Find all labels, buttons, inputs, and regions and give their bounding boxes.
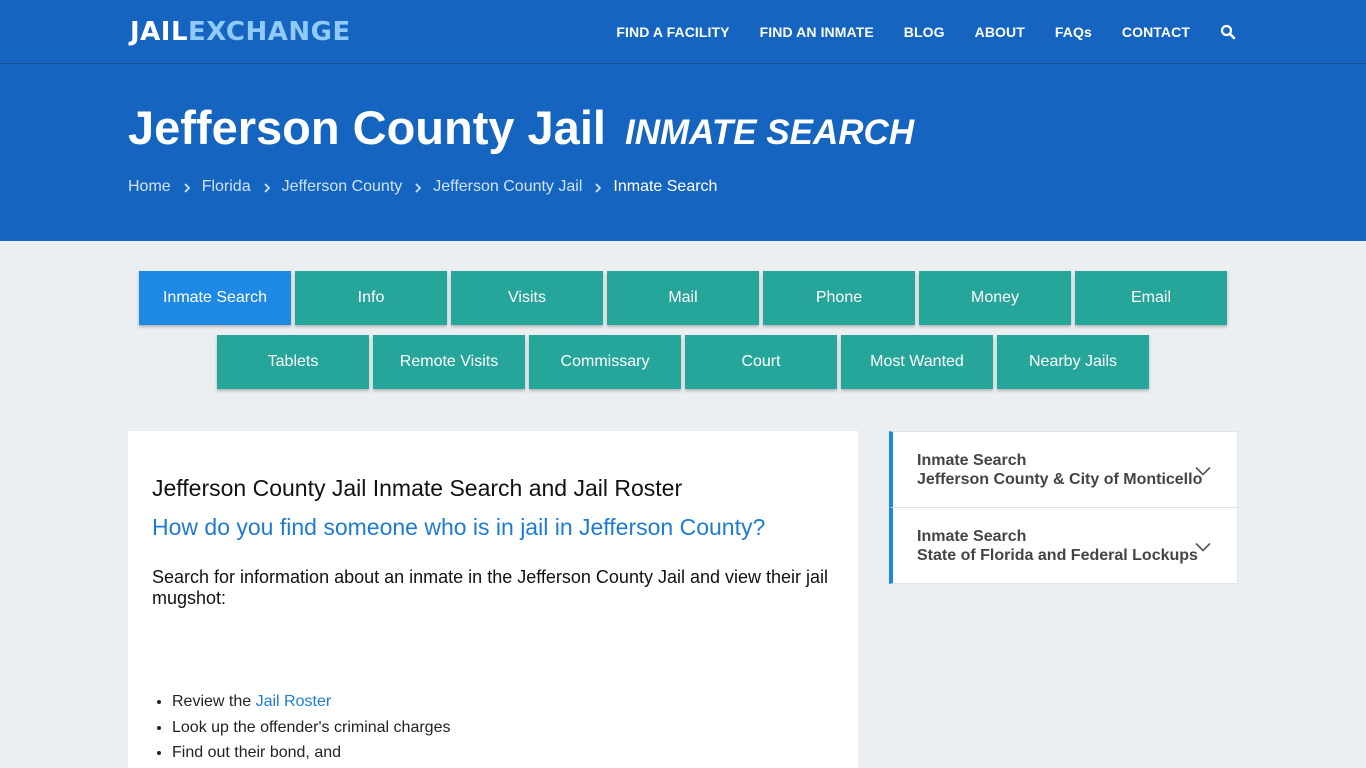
- chevron-right-icon: [262, 181, 272, 193]
- chevron-down-icon[interactable]: [1195, 463, 1211, 476]
- nav-blog[interactable]: BLOG: [904, 24, 945, 40]
- main-nav: FIND A FACILITY FIND AN INMATE BLOG ABOU…: [616, 0, 1236, 64]
- tab-row-1: Inmate Search Info Visits Mail Phone Mon…: [0, 271, 1366, 325]
- list-item: Review the Jail Roster: [172, 689, 450, 715]
- nav-faqs[interactable]: FAQs: [1055, 24, 1092, 40]
- logo-part-jail: JAIL: [130, 17, 189, 47]
- tab-remote-visits[interactable]: Remote Visits: [373, 335, 525, 389]
- hero-banner: Jefferson County Jail INMATE SEARCH Home…: [0, 64, 1366, 241]
- chevron-right-icon: [182, 181, 192, 193]
- list-item: Look up the offender's criminal charges: [172, 715, 450, 741]
- chevron-right-icon: [593, 181, 603, 193]
- tab-inmate-search[interactable]: Inmate Search: [139, 271, 291, 325]
- tab-visits[interactable]: Visits: [451, 271, 603, 325]
- list-item: Find out their bond, and: [172, 740, 450, 766]
- main-content-card: Jefferson County Jail Inmate Search and …: [128, 431, 858, 768]
- page-title-main: Jefferson County Jail: [128, 101, 606, 154]
- tab-most-wanted[interactable]: Most Wanted: [841, 335, 993, 389]
- tab-nearby-jails[interactable]: Nearby Jails: [997, 335, 1149, 389]
- list-item-text: Review the: [172, 693, 256, 710]
- tab-money[interactable]: Money: [919, 271, 1071, 325]
- chevron-down-icon[interactable]: [1195, 539, 1211, 552]
- top-navbar: JAILEXCHANGE FIND A FACILITY FIND AN INM…: [0, 0, 1366, 64]
- tab-phone[interactable]: Phone: [763, 271, 915, 325]
- info-list: Review the Jail Roster Look up the offen…: [172, 689, 450, 766]
- breadcrumb-home[interactable]: Home: [128, 178, 171, 196]
- accordion-title-line1: Inmate Search: [917, 528, 1027, 545]
- page-title: Jefferson County Jail INMATE SEARCH: [128, 100, 914, 161]
- jail-roster-link[interactable]: Jail Roster: [256, 693, 332, 710]
- breadcrumb-jefferson-county[interactable]: Jefferson County: [282, 178, 403, 196]
- section-heading: Jefferson County Jail Inmate Search and …: [152, 475, 683, 501]
- nav-contact[interactable]: CONTACT: [1122, 24, 1190, 40]
- tab-email[interactable]: Email: [1075, 271, 1227, 325]
- tab-mail[interactable]: Mail: [607, 271, 759, 325]
- breadcrumb-florida[interactable]: Florida: [202, 178, 251, 196]
- tab-court[interactable]: Court: [685, 335, 837, 389]
- tab-commissary[interactable]: Commissary: [529, 335, 681, 389]
- lead-paragraph: Search for information about an inmate i…: [152, 567, 829, 608]
- accordion-jefferson-county-search[interactable]: Inmate Search Jefferson County & City of…: [889, 431, 1238, 508]
- nav-find-a-facility[interactable]: FIND A FACILITY: [616, 24, 729, 40]
- nav-about[interactable]: ABOUT: [975, 24, 1025, 40]
- search-icon[interactable]: [1220, 24, 1236, 40]
- tab-info[interactable]: Info: [295, 271, 447, 325]
- accordion-title-line2: Jefferson County & City of Monticello: [917, 471, 1203, 488]
- breadcrumb-jefferson-county-jail[interactable]: Jefferson County Jail: [433, 178, 582, 196]
- accordion-title-line2: State of Florida and Federal Lockups: [917, 547, 1198, 564]
- section-question: How do you find someone who is in jail i…: [152, 514, 766, 540]
- page-title-sub: INMATE SEARCH: [625, 113, 915, 152]
- accordion-title-line1: Inmate Search: [917, 452, 1027, 469]
- breadcrumb: Home Florida Jefferson County Jefferson …: [128, 178, 717, 196]
- breadcrumb-current: Inmate Search: [613, 178, 718, 195]
- nav-find-an-inmate[interactable]: FIND AN INMATE: [760, 24, 874, 40]
- accordion-florida-federal-search[interactable]: Inmate Search State of Florida and Feder…: [889, 507, 1238, 584]
- tab-row-2: Tablets Remote Visits Commissary Court M…: [0, 335, 1366, 389]
- chevron-right-icon: [413, 181, 423, 193]
- tab-tablets[interactable]: Tablets: [217, 335, 369, 389]
- facility-tabs: Inmate Search Info Visits Mail Phone Mon…: [0, 271, 1366, 399]
- logo-part-exchange: EXCHANGE: [188, 17, 351, 47]
- site-logo[interactable]: JAILEXCHANGE: [130, 17, 351, 47]
